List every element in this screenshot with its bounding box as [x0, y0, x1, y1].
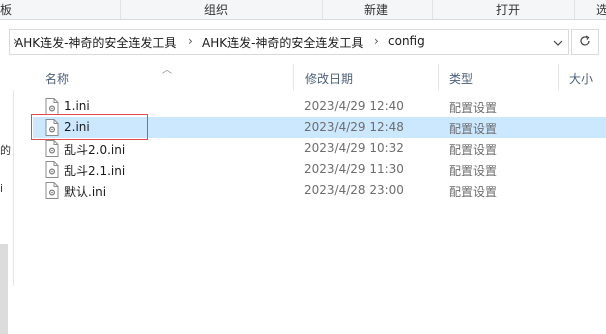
address-bar-row: › AHK连发-神奇的安全连发工具 › AHK连发-神奇的安全连发工具 › co…	[0, 20, 606, 64]
ribbon-divider	[322, 0, 323, 19]
breadcrumb-item-root[interactable]: AHK连发-神奇的安全连发工具	[15, 34, 176, 51]
column-divider[interactable]	[293, 64, 294, 90]
file-type: 配置设置	[449, 185, 498, 199]
file-modified-date: 2023/4/29 11:30	[304, 162, 404, 176]
sort-ascending-icon: ︿	[162, 65, 172, 76]
file-type: 配置设置	[449, 122, 498, 136]
file-modified-date: 2023/4/29 10:32	[304, 141, 404, 155]
column-divider[interactable]	[558, 64, 559, 90]
column-header-size[interactable]: 大小	[569, 70, 593, 87]
nav-pane-text-fragment: 的	[0, 144, 11, 157]
column-header-type[interactable]: 类型	[449, 70, 473, 87]
refresh-icon	[579, 34, 591, 50]
ribbon-group-select: 选	[596, 3, 606, 17]
ribbon-divider	[574, 0, 575, 19]
file-name: 1.ini	[64, 99, 90, 113]
ini-file-icon	[45, 119, 59, 136]
breadcrumb-item-subfolder[interactable]: AHK连发-神奇的安全连发工具	[202, 34, 363, 51]
navigation-pane[interactable]: 的 i s	[0, 64, 14, 334]
file-name: 2.ini	[64, 120, 90, 134]
file-row[interactable]: 1.ini 2023/4/29 12:40 配置设置	[33, 96, 606, 117]
ini-file-icon	[45, 140, 59, 157]
file-type: 配置设置	[449, 101, 498, 115]
ribbon-group-clipboard: 板	[0, 3, 13, 17]
column-header-name[interactable]: 名称	[45, 70, 69, 87]
ribbon-group-labels: 板 组织 新建 打开 选	[0, 0, 606, 20]
breadcrumb-item-config[interactable]: config	[388, 34, 425, 48]
file-name: 默认.ini	[64, 185, 107, 199]
nav-pane-scrollbar[interactable]	[0, 244, 8, 334]
ribbon-divider	[432, 0, 433, 19]
ribbon-divider	[120, 0, 121, 19]
file-type: 配置设置	[449, 143, 498, 157]
ini-file-icon	[45, 98, 59, 115]
column-header-date[interactable]: 修改日期	[305, 70, 353, 87]
file-name: 乱斗2.1.ini	[64, 164, 126, 178]
file-type: 配置设置	[449, 164, 498, 178]
ribbon-group-new: 新建	[364, 3, 389, 17]
file-row[interactable]: 乱斗2.0.ini 2023/4/29 10:32 配置设置	[33, 138, 606, 159]
ini-file-icon	[45, 161, 59, 178]
file-name: 乱斗2.0.ini	[64, 143, 126, 157]
file-row-selected[interactable]: 2.ini 2023/4/29 12:48 配置设置	[33, 117, 606, 138]
column-divider[interactable]	[438, 64, 439, 90]
file-modified-date: 2023/4/29 12:48	[304, 120, 404, 134]
breadcrumb-separator[interactable]: ›	[374, 34, 379, 48]
address-bar[interactable]: › AHK连发-神奇的安全连发工具 › AHK连发-神奇的安全连发工具 › co…	[9, 29, 569, 55]
column-header-row: ︿ 名称 修改日期 类型 大小	[13, 64, 606, 90]
refresh-button[interactable]	[571, 29, 599, 55]
ribbon-group-open: 打开	[496, 3, 521, 17]
file-modified-date: 2023/4/29 12:40	[304, 99, 404, 113]
ini-file-icon	[45, 182, 59, 199]
breadcrumb-separator[interactable]: ›	[188, 34, 193, 48]
ribbon-group-organize: 组织	[204, 3, 229, 17]
chevron-down-icon[interactable]	[551, 36, 565, 50]
file-modified-date: 2023/4/28 23:00	[304, 183, 404, 197]
file-row[interactable]: 乱斗2.1.ini 2023/4/29 11:30 配置设置	[33, 159, 606, 180]
nav-pane-text-fragment: i	[0, 182, 4, 195]
file-row[interactable]: 默认.ini 2023/4/28 23:00 配置设置	[33, 180, 606, 201]
